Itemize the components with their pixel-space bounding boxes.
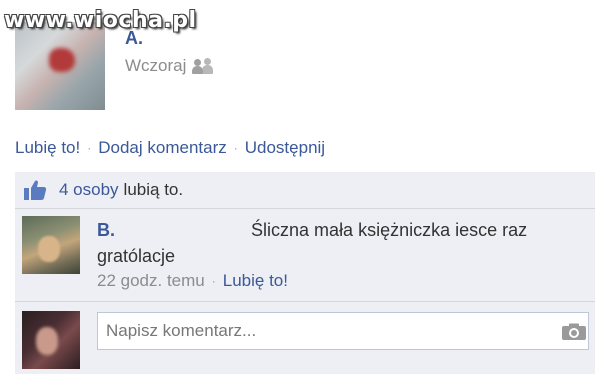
post-actions: Lubię to! · Dodaj komentarz · Udostępnij bbox=[15, 138, 325, 158]
action-separator: · bbox=[87, 141, 92, 155]
site-watermark: www.wiocha.pl bbox=[4, 8, 197, 33]
comment-meta: 22 godz. temu · Lubię to! bbox=[97, 271, 288, 291]
avatar-photo-detail bbox=[49, 48, 75, 72]
comment-input[interactable] bbox=[97, 312, 589, 350]
share-link[interactable]: Udostępnij bbox=[245, 138, 325, 158]
add-comment-link[interactable]: Dodaj komentarz bbox=[98, 138, 227, 158]
commenter-avatar[interactable] bbox=[22, 216, 80, 274]
camera-icon[interactable] bbox=[561, 323, 587, 341]
action-separator: · bbox=[233, 141, 238, 155]
post-timestamp[interactable]: Wczoraj bbox=[125, 56, 186, 76]
post-meta: Wczoraj bbox=[125, 56, 214, 76]
comment-like-link[interactable]: Lubię to! bbox=[223, 271, 288, 291]
thumbs-up-icon bbox=[24, 180, 47, 200]
write-comment-row bbox=[15, 302, 595, 374]
like-link[interactable]: Lubię to! bbox=[15, 138, 80, 158]
comment-meta-separator: · bbox=[211, 274, 216, 288]
comment-item: B. Śliczna mała księżniczka iesce raz gr… bbox=[15, 209, 595, 302]
current-user-avatar bbox=[22, 311, 80, 369]
comment-text: Śliczna mała księżniczka iesce raz grató… bbox=[97, 220, 528, 266]
comment-author[interactable]: B. bbox=[97, 220, 115, 240]
comment-time[interactable]: 22 godz. temu bbox=[97, 271, 205, 291]
likes-count-link[interactable]: 4 osoby bbox=[59, 180, 119, 200]
likes-text: lubią to. bbox=[123, 180, 184, 199]
author-avatar[interactable] bbox=[15, 22, 105, 110]
friends-icon[interactable] bbox=[192, 58, 214, 74]
likes-summary: 4 osoby lubią to. bbox=[15, 172, 595, 209]
feedback-panel: 4 osoby lubią to. B. Śliczna mała księżn… bbox=[15, 172, 595, 374]
comment-body: B. Śliczna mała księżniczka iesce raz gr… bbox=[97, 217, 577, 269]
